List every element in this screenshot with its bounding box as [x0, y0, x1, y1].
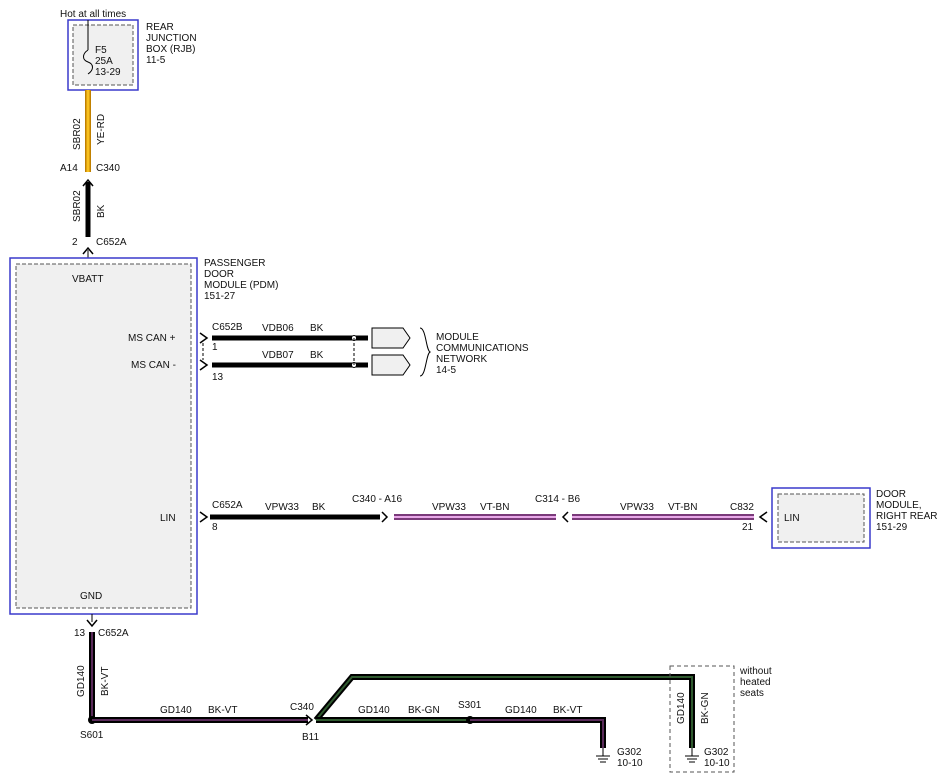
pdm-lin-label: LIN	[160, 513, 176, 524]
pdm-ms-can-minus-label: MS CAN -	[131, 360, 176, 371]
gnd-c340-pin: B11	[302, 732, 319, 743]
gnd-h1-color: BK-VT	[208, 705, 237, 716]
gnd-h1-circuit: GD140	[160, 705, 192, 716]
can-plus-connector-icon	[199, 332, 209, 344]
can-minus-connector-icon	[199, 359, 209, 371]
gnd-connector: C652A	[98, 628, 129, 639]
can-plus-arrow-icon[interactable]	[371, 327, 411, 349]
gnd-h3-color: BK-VT	[553, 705, 582, 716]
pdm-vbatt-label: VBATT	[72, 274, 103, 285]
pdm-ms-can-plus-label: MS CAN +	[128, 333, 176, 344]
gnd-vert-circuit: GD140	[76, 665, 87, 697]
lin-seg2-circuit: VPW33	[432, 502, 466, 513]
gnd-pin: 13	[74, 628, 86, 639]
can-minus-pin: 13	[212, 372, 224, 383]
c652b-label: C652B	[212, 322, 243, 333]
s301-label: S301	[458, 700, 482, 711]
lin-pdm-connector-icon	[199, 511, 209, 523]
s601-label: S601	[80, 730, 104, 741]
right-rear-door-module[interactable]: LIN DOOR MODULE, RIGHT REAR 151-29	[771, 487, 938, 549]
ground-symbol-icon	[596, 748, 610, 763]
lin-rr-connector: C832	[730, 502, 754, 513]
rr-title-line1: DOOR	[876, 489, 906, 500]
vdb06-circuit: VDB06	[262, 323, 294, 334]
c832-connector-icon	[758, 511, 768, 523]
lin-inline1: C340 - A16	[352, 494, 402, 505]
pdm-title-line1: PASSENGER	[204, 258, 266, 269]
lin-seg1-circuit: VPW33	[265, 502, 299, 513]
rr-ref: 151-29	[876, 522, 908, 533]
lin-seg3-circuit: VPW33	[620, 502, 654, 513]
rjb-label-line1: REAR	[146, 22, 174, 33]
g302-label-1: G302	[617, 747, 642, 758]
rr-lin-label: LIN	[784, 513, 800, 524]
c340-pin-label: A14	[60, 163, 78, 174]
opt-color: BK-GN	[700, 692, 711, 724]
c314-inline-icon	[561, 511, 569, 523]
fuse-name: F5	[95, 45, 107, 56]
option-line1: without	[739, 666, 772, 677]
g302-ref-1: 10-10	[617, 758, 643, 769]
pdm-title-line3: MODULE (PDM)	[204, 280, 278, 291]
c340-inline-icon	[381, 511, 389, 523]
upper-circuit-label: SBR02	[72, 118, 83, 150]
g302-ref-2: 10-10	[704, 758, 730, 769]
rjb-ref: 11-5	[146, 55, 166, 66]
fuse-rating: 25A	[95, 56, 113, 67]
wire-gd140-h3-outline	[470, 717, 606, 748]
lin-seg2-color: VT-BN	[480, 502, 509, 513]
lin-pdm-pin: 8	[212, 522, 218, 533]
vdb07-circuit: VDB07	[262, 350, 294, 361]
lin-bus: C652A 8 VPW33 BK C340 - A16 VPW33 VT-BN …	[199, 494, 768, 533]
pdm-gnd-label: GND	[80, 591, 102, 602]
can-minus-arrow-icon[interactable]	[371, 354, 411, 376]
rr-title-line2: MODULE,	[876, 500, 922, 511]
lin-pdm-connector: C652A	[212, 500, 243, 511]
network-brace-icon	[419, 327, 432, 377]
rear-junction-box[interactable]: Hot at all times F5 25A 13-29 REAR JUNCT…	[60, 9, 197, 91]
power-feed: SBR02 YE-RD A14 C340 SBR02 BK 2 C652A	[60, 90, 127, 258]
option-line3: seats	[740, 688, 764, 699]
network-label-line3: NETWORK	[436, 354, 487, 365]
network-label-line2: COMMUNICATIONS	[436, 343, 529, 354]
pdm-power-pin: 2	[72, 237, 78, 248]
gnd-h2-color: BK-GN	[408, 705, 440, 716]
pdm-power-connector: C652A	[96, 237, 127, 248]
fuse-ref: 13-29	[95, 67, 121, 78]
ground-circuit: 13 C652A GD140 BK-VT S601 GD140 BK-VT C3…	[74, 614, 772, 773]
lin-seg3-color: VT-BN	[668, 502, 697, 513]
lin-seg1-color: BK	[312, 502, 326, 513]
can-plus-pin: 1	[212, 342, 218, 353]
lower-circuit-label: SBR02	[72, 190, 83, 222]
gnd-c340-label: C340	[290, 702, 314, 713]
wiring-diagram: Hot at all times F5 25A 13-29 REAR JUNCT…	[9, 9, 938, 773]
gnd-h2-circuit: GD140	[358, 705, 390, 716]
pdm-ref: 151-27	[204, 291, 236, 302]
power-source-label: Hot at all times	[60, 9, 126, 20]
lin-rr-pin: 21	[742, 522, 754, 533]
g302-label-2: G302	[704, 747, 729, 758]
upper-color-label: YE-RD	[96, 114, 107, 145]
vdb07-color: BK	[310, 350, 324, 361]
c340-label: C340	[96, 163, 120, 174]
rjb-label-line3: BOX (RJB)	[146, 44, 195, 55]
network-ref: 14-5	[436, 365, 456, 376]
network-label-line1: MODULE	[436, 332, 479, 343]
passenger-door-module[interactable]: VBATT MS CAN + MS CAN - LIN GND PASSENGE…	[9, 257, 278, 615]
gnd-vert-color: BK-VT	[100, 667, 111, 696]
rjb-label-line2: JUNCTION	[146, 33, 197, 44]
lin-inline2: C314 - B6	[535, 494, 580, 505]
gnd-h3-circuit: GD140	[505, 705, 537, 716]
opt-circuit: GD140	[676, 692, 687, 724]
can-bus: C652B 1 13 VDB06 BK VDB07 BK MODULE COMM…	[199, 322, 529, 383]
vdb06-color: BK	[310, 323, 324, 334]
option-line2: heated	[740, 677, 771, 688]
lower-color-label: BK	[96, 204, 107, 218]
wire-gd140-h3[interactable]	[470, 719, 604, 748]
pdm-title-line2: DOOR	[204, 269, 234, 280]
rr-title-line3: RIGHT REAR	[876, 511, 938, 522]
ground-symbol-icon	[685, 748, 699, 763]
pdm-inner-box	[15, 263, 192, 609]
